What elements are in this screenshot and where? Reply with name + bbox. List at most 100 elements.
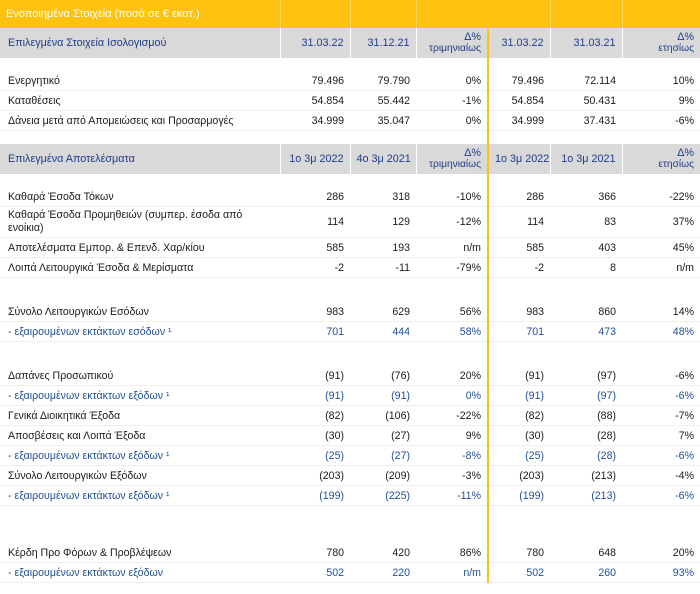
change-label: Δ% — [677, 147, 694, 159]
section-header-row: Επιλεγμένα Στοιχεία Ισολογισμού 31.03.22 3… — [0, 28, 700, 58]
column-header-change: Δ% τριμηνιαίως — [415, 144, 488, 174]
row-value: -2 — [487, 257, 550, 278]
row-value: 79.496 — [487, 71, 550, 91]
column-header: 1ο 3μ 2022 — [487, 144, 550, 174]
row-value: 780 — [487, 543, 550, 563]
column-header: 31.03.22 — [487, 28, 550, 58]
table-row: - εξαιρουμένων εκτάκτων εσόδων ¹ 701 444 58… — [0, 321, 700, 342]
table-row: Ενεργητικό 79.496 79.790 0% 79.496 72.114 10% — [0, 71, 700, 91]
table-row: Καθαρά Έσοδα Προμηθειών (συμπερ. έσοδα α… — [0, 206, 700, 238]
row-value: 54.854 — [487, 90, 550, 111]
row-value: 585 — [280, 237, 350, 258]
row-value: 72.114 — [550, 71, 622, 91]
row-label: - εξαιρουμένων εκτάκτων εξόδων — [0, 562, 280, 583]
row-label: - εξαιρουμένων εκτάκτων εξόδων ¹ — [0, 385, 280, 406]
row-value: n/m — [416, 237, 488, 258]
table-title: Ενοποιημένα Στοιχεία (ποσά σε € εκατ.) — [0, 0, 280, 28]
row-label: Κέρδη Προ Φόρων & Προβλέψεων — [0, 543, 280, 563]
spacer-row — [0, 341, 700, 366]
row-value: (203) — [487, 465, 550, 486]
row-value: -8% — [416, 445, 488, 466]
row-value: 34.999 — [280, 110, 350, 131]
row-value: (88) — [550, 405, 622, 426]
row-label: Δαπάνες Προσωπικού — [0, 366, 280, 386]
row-value: (82) — [280, 405, 350, 426]
row-value: 45% — [622, 237, 700, 258]
row-label: - εξαιρουμένων εκτάκτων εσόδων ¹ — [0, 321, 280, 342]
spacer-row — [0, 277, 700, 302]
row-value: (91) — [280, 366, 350, 386]
row-value: -3% — [416, 465, 488, 486]
row-value: -6% — [622, 110, 700, 131]
row-value: 473 — [550, 321, 622, 342]
row-value: 20% — [622, 543, 700, 563]
row-value: 79.790 — [350, 71, 416, 91]
row-label: Σύνολο Λειτουργικών Εξόδων — [0, 465, 280, 486]
row-value: 50.431 — [550, 90, 622, 111]
row-value: (28) — [550, 445, 622, 466]
row-value: -22% — [416, 405, 488, 426]
row-value: (91) — [350, 385, 416, 406]
row-value: 585 — [487, 237, 550, 258]
row-value: (28) — [550, 425, 622, 446]
row-value: 983 — [487, 302, 550, 322]
spacer-row — [0, 530, 700, 543]
row-label: Καταθέσεις — [0, 90, 280, 111]
table-row: Δαπάνες Προσωπικού (91) (76) 20% (91) (97) -6% — [0, 366, 700, 386]
row-value: -2 — [280, 257, 350, 278]
row-value: (97) — [550, 366, 622, 386]
row-value: 48% — [622, 321, 700, 342]
financial-table: Ενοποιημένα Στοιχεία (ποσά σε € εκατ.) Ε… — [0, 0, 700, 583]
table-row: Γενικά Διοικητικά Έξοδα (82) (106) -22% (82)… — [0, 405, 700, 426]
row-value: 0% — [416, 71, 488, 91]
row-value: 9% — [622, 90, 700, 111]
table-row: Δάνεια μετά από Απομειώσεις και Προσαρμο… — [0, 110, 700, 131]
row-value: 55.442 — [350, 90, 416, 111]
table-row: Κέρδη Προ Φόρων & Προβλέψεων 780 420 86% 780… — [0, 543, 700, 563]
row-value: -6% — [622, 366, 700, 386]
row-value: 37.431 — [550, 110, 622, 131]
row-value: 648 — [550, 543, 622, 563]
spacer-row — [0, 505, 700, 530]
change-period: ετησίως — [658, 43, 694, 54]
row-value: -10% — [416, 187, 488, 207]
table-row: - εξαιρουμένων εκτάκτων εξόδων 502 220 n/m 5… — [0, 562, 700, 583]
spacer-row — [0, 130, 700, 144]
row-value: 8 — [550, 257, 622, 278]
table-row: - εξαιρουμένων εκτάκτων εξόδων ¹ (199) (22… — [0, 485, 700, 506]
row-value: -12% — [416, 206, 488, 238]
table-row: Αποσβέσεις και Λοιπά Έξοδα (30) (27) 9% (30)… — [0, 425, 700, 446]
spacer-row — [0, 58, 700, 71]
row-value: -79% — [416, 257, 488, 278]
row-value: (199) — [487, 485, 550, 506]
row-value: 0% — [416, 385, 488, 406]
row-value: 14% — [622, 302, 700, 322]
column-header-change: Δ% τριμηνιαίως — [415, 28, 488, 58]
row-value: -6% — [622, 485, 700, 506]
row-value: (106) — [350, 405, 416, 426]
row-value: (199) — [280, 485, 350, 506]
row-value: (91) — [487, 385, 550, 406]
row-label: Ενεργητικό — [0, 71, 280, 91]
row-label: Σύνολο Λειτουργικών Εσόδων — [0, 302, 280, 322]
row-value: 93% — [622, 562, 700, 583]
row-value: 10% — [622, 71, 700, 91]
row-value: 37% — [622, 206, 700, 238]
row-value: 260 — [550, 562, 622, 583]
table-row: Σύνολο Λειτουργικών Εξόδων (203) (209) -3%(… — [0, 465, 700, 486]
row-label: Δάνεια μετά από Απομειώσεις και Προσαρμο… — [0, 110, 280, 131]
row-value: -6% — [622, 385, 700, 406]
row-value: (27) — [350, 445, 416, 466]
table-row: - εξαιρουμένων εκτάκτων εξόδων ¹ (25) (27)… — [0, 445, 700, 466]
change-label: Δ% — [464, 147, 481, 159]
row-value: 318 — [350, 187, 416, 207]
row-label: - εξαιρουμένων εκτάκτων εξόδων ¹ — [0, 485, 280, 506]
row-label: Καθαρά Έσοδα Τόκων — [0, 187, 280, 207]
table-row: Λοιπά Λειτουργικά Έσοδα & Μερίσματα -2 -11… — [0, 257, 700, 278]
row-value: (97) — [550, 385, 622, 406]
row-value: (76) — [350, 366, 416, 386]
table-row: Αποτελέσματα Εμπορ. & Επενδ. Χαρ/κίου 585… — [0, 237, 700, 258]
row-value: 366 — [550, 187, 622, 207]
column-header: 1ο 3μ 2021 — [549, 144, 622, 174]
row-value: (209) — [350, 465, 416, 486]
